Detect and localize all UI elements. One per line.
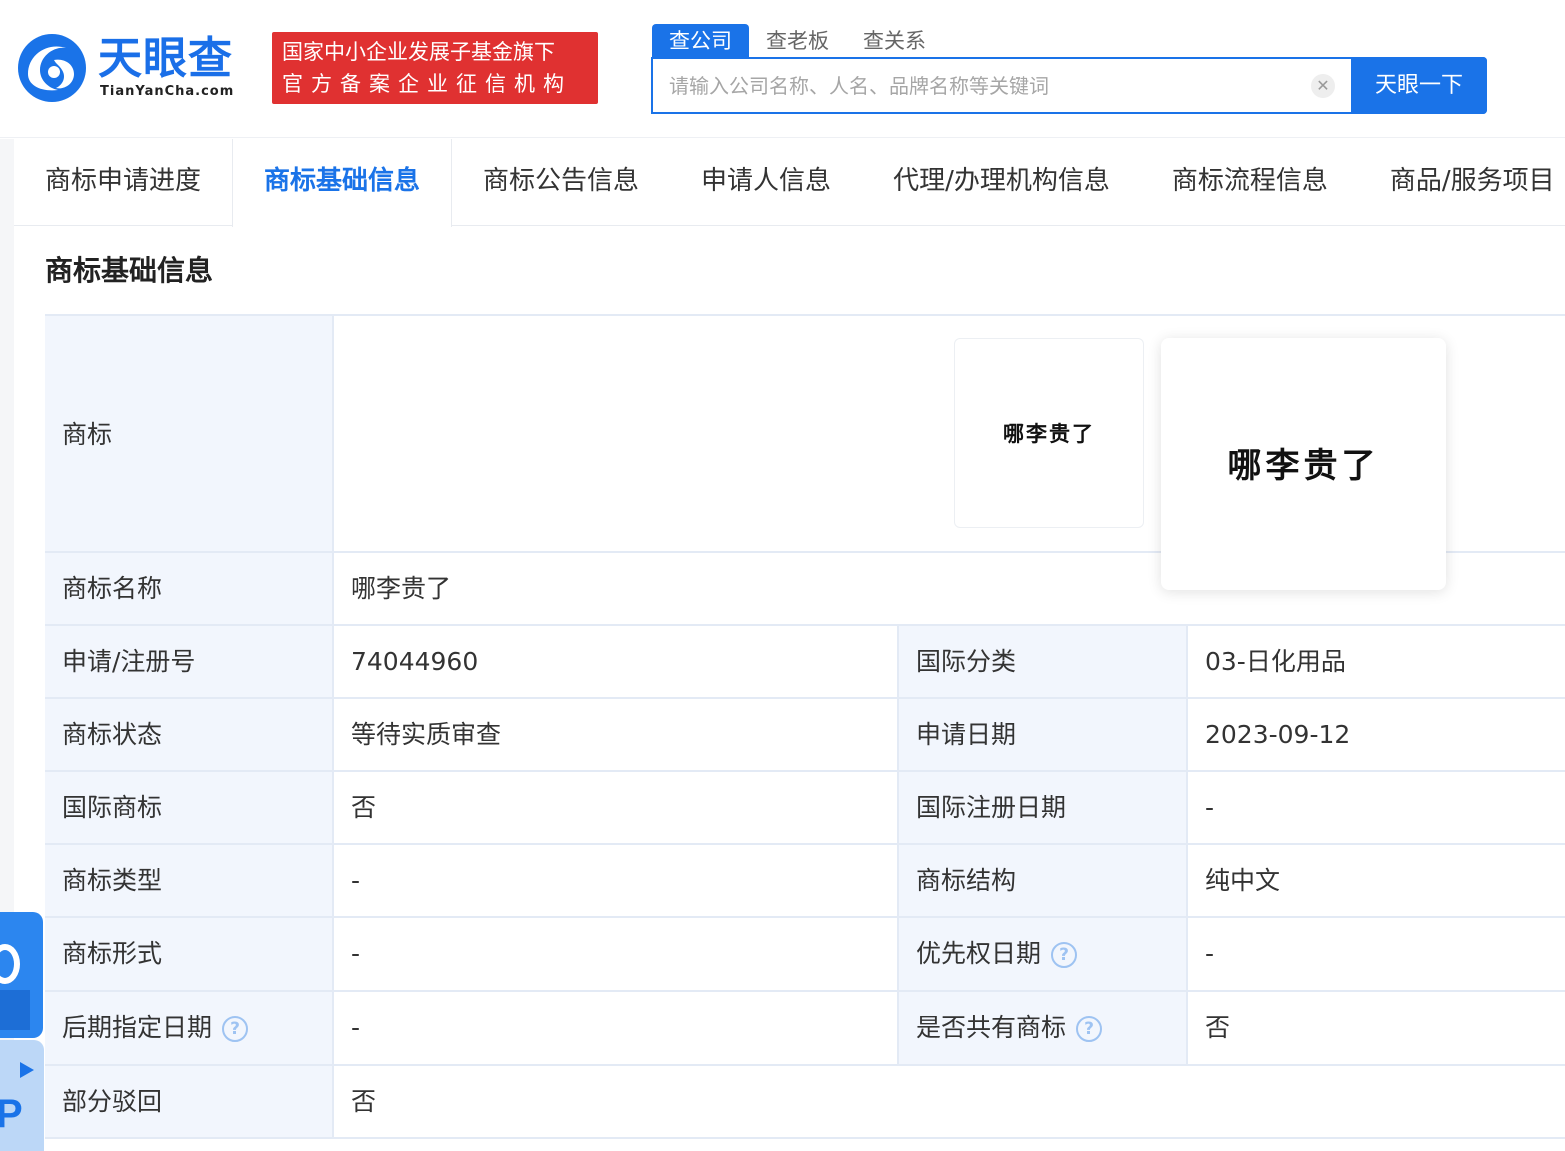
table-row: 部分驳回 否 (45, 1066, 1565, 1139)
field-value: - (334, 845, 899, 916)
trademark-image-text: 哪李贵了 (1003, 421, 1095, 446)
help-icon[interactable]: ? (222, 1016, 249, 1042)
table-row: 商标类型 - 商标结构 纯中文 (45, 845, 1565, 918)
field-label: 国际注册日期 (899, 772, 1188, 843)
search-box: ✕ 天眼一下 (651, 57, 1487, 114)
tab-agency-info[interactable]: 代理/办理机构信息 (862, 139, 1141, 226)
field-value: - (334, 992, 899, 1064)
field-label: 后期指定日期 (62, 1013, 213, 1042)
field-label: 国际分类 (899, 626, 1188, 697)
site-logo[interactable]: 天眼查 TianYanCha.com (14, 30, 254, 106)
field-label: 部分驳回 (45, 1066, 334, 1137)
field-value: 2023-09-12 (1188, 699, 1565, 770)
tab-goods-services[interactable]: 商品/服务项目 (1359, 139, 1565, 226)
table-row: 商标状态 等待实质审查 申请日期 2023-09-12 (45, 699, 1565, 772)
field-label-with-help: 是否共有商标? (899, 992, 1188, 1064)
field-value: 否 (1188, 992, 1565, 1064)
table-row: 申请/注册号 74044960 国际分类 03-日化用品 (45, 626, 1565, 699)
floating-service-button[interactable] (0, 912, 43, 1038)
site-header: 天眼查 TianYanCha.com 国家中小企业发展子基金旗下 官方备案企业征… (0, 0, 1565, 138)
search-button[interactable]: 天眼一下 (1351, 57, 1487, 114)
field-label: 优先权日期 (916, 939, 1042, 968)
field-label: 商标状态 (45, 699, 334, 770)
field-value: - (1188, 772, 1565, 843)
tab-application-progress[interactable]: 商标申请进度 (14, 139, 232, 226)
floating-side-widget[interactable]: P (0, 912, 44, 1151)
search-tab-boss[interactable]: 查老板 (749, 24, 846, 58)
tab-process-info[interactable]: 商标流程信息 (1141, 139, 1359, 226)
chat-icon (0, 944, 20, 984)
field-value: 否 (334, 1066, 1565, 1137)
play-icon (20, 1062, 34, 1078)
field-label: 是否共有商标 (916, 1013, 1067, 1042)
search-type-tabs: 查公司 查老板 查关系 (652, 24, 943, 58)
field-label: 申请/注册号 (45, 626, 334, 697)
official-badge: 国家中小企业发展子基金旗下 官方备案企业征信机构 (272, 32, 598, 104)
help-icon[interactable]: ? (1076, 1016, 1103, 1042)
main-content: 商标申请进度 商标基础信息 商标公告信息 申请人信息 代理/办理机构信息 商标流… (14, 139, 1565, 1151)
field-value: 等待实质审查 (334, 699, 899, 770)
logo-cn-text: 天眼查 (98, 33, 233, 84)
field-label: 商标类型 (45, 845, 334, 916)
badge-line-1: 国家中小企业发展子基金旗下 (282, 40, 555, 64)
trademark-name-label: 商标名称 (45, 553, 334, 624)
tab-announcement-info[interactable]: 商标公告信息 (452, 139, 670, 226)
table-row: 国际商标 否 国际注册日期 - (45, 772, 1565, 845)
divider (0, 990, 30, 1030)
search-tab-company[interactable]: 查公司 (652, 24, 749, 58)
search-tab-relation[interactable]: 查关系 (846, 24, 943, 58)
section-title: 商标基础信息 (45, 254, 214, 287)
tianyancha-logo-icon (18, 34, 86, 102)
trademark-nav-tabs: 商标申请进度 商标基础信息 商标公告信息 申请人信息 代理/办理机构信息 商标流… (14, 139, 1565, 227)
field-value: 03-日化用品 (1188, 626, 1565, 697)
logo-en-text: TianYanCha.com (100, 84, 235, 99)
trademark-label: 商标 (45, 316, 334, 551)
field-value: - (1188, 918, 1565, 990)
search-input[interactable] (653, 59, 1353, 112)
tab-applicant-info[interactable]: 申请人信息 (670, 139, 862, 226)
field-label: 申请日期 (899, 699, 1188, 770)
app-icon: P (0, 1092, 23, 1136)
table-row: 后期指定日期? - 是否共有商标? 否 (45, 992, 1565, 1066)
field-label-with-help: 优先权日期? (899, 918, 1188, 990)
tab-basic-info[interactable]: 商标基础信息 (232, 139, 453, 227)
trademark-preview-text: 哪李贵了 (1227, 446, 1380, 486)
field-value: 否 (334, 772, 899, 843)
field-value: - (334, 918, 899, 990)
trademark-image-thumbnail[interactable]: 哪李贵了 (954, 338, 1144, 528)
field-label-with-help: 后期指定日期? (45, 992, 334, 1064)
field-value: 74044960 (334, 626, 899, 697)
badge-line-2: 官方备案企业征信机构 (282, 72, 572, 96)
trademark-image-preview: 哪李贵了 (1161, 338, 1446, 590)
field-value: 纯中文 (1188, 845, 1565, 916)
help-icon[interactable]: ? (1051, 942, 1078, 968)
field-label: 国际商标 (45, 772, 334, 843)
field-label: 商标结构 (899, 845, 1188, 916)
floating-app-download[interactable]: P (0, 1040, 44, 1151)
field-label: 商标形式 (45, 918, 334, 990)
table-row: 商标形式 - 优先权日期? - (45, 918, 1565, 992)
close-icon[interactable]: ✕ (1311, 74, 1335, 98)
